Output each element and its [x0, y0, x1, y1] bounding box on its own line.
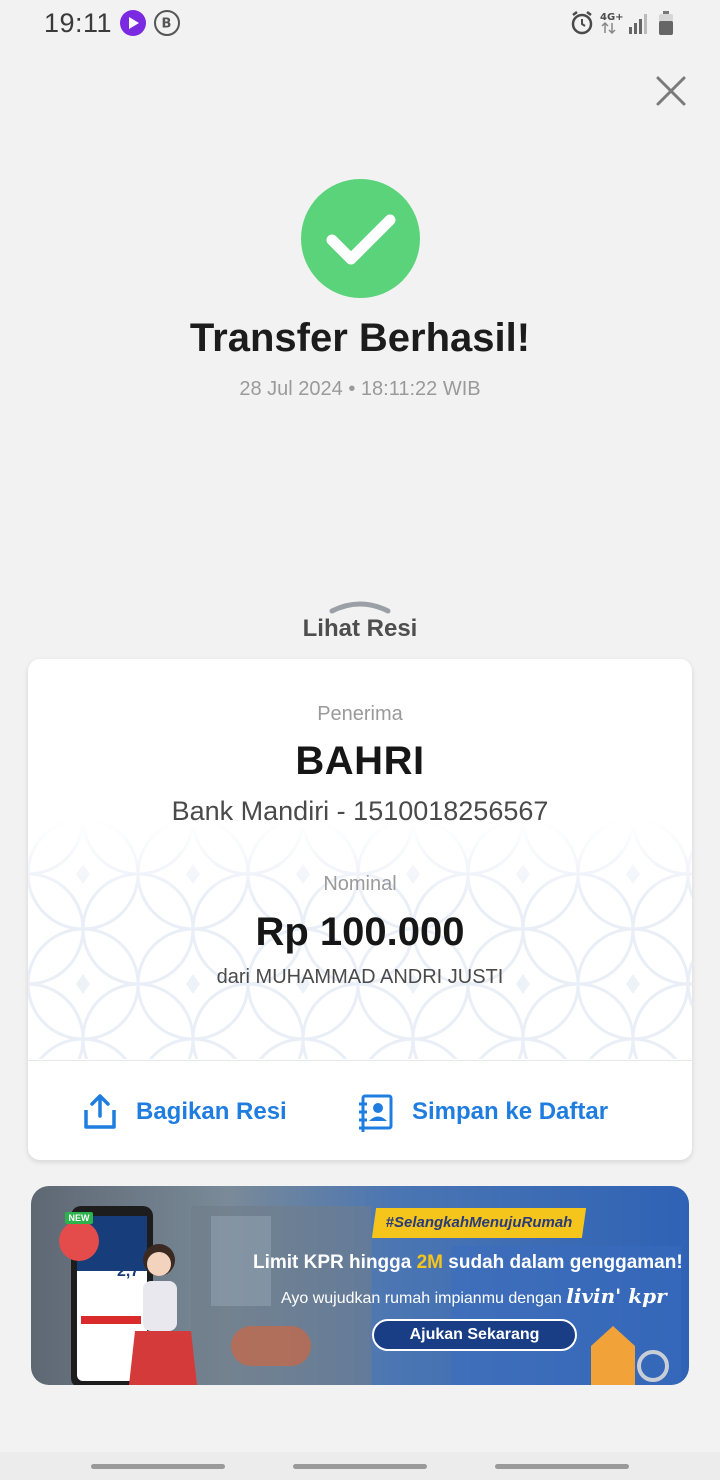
- svg-text:4G+: 4G+: [600, 12, 624, 23]
- save-to-list-button[interactable]: Simpan ke Daftar: [356, 1079, 608, 1145]
- alarm-icon: [571, 11, 593, 35]
- amount-label: Nominal: [323, 873, 397, 895]
- nav-home-button[interactable]: [293, 1464, 427, 1469]
- recipient-label: Penerima: [317, 703, 403, 725]
- banner-subline: Ayo wujudkan rumah impianmu dengan livin…: [281, 1284, 667, 1308]
- transaction-datetime: 28 Jul 2024 • 18:11:22 WIB: [239, 378, 481, 400]
- recipient-account: Bank Mandiri - 1510018256567: [171, 796, 549, 826]
- card-divider: [28, 1060, 692, 1061]
- page-title: Transfer Berhasil!: [189, 316, 531, 360]
- view-receipt-toggle[interactable]: Lihat Resi: [0, 615, 720, 643]
- new-badge-text: NEW: [69, 1213, 91, 1223]
- share-receipt-button[interactable]: Bagikan Resi: [80, 1079, 287, 1145]
- status-icons: 4G+: [570, 9, 680, 37]
- play-app-icon: [120, 10, 146, 36]
- sender-name: dari MUHAMMAD ANDRI JUSTI: [216, 966, 504, 988]
- svg-text:B: B: [162, 17, 172, 32]
- nav-recent-button[interactable]: [91, 1464, 225, 1469]
- banner-hashtag: #SelangkahMenujuRumah: [371, 1208, 587, 1238]
- network-arrows-icon: 4G+: [600, 12, 624, 35]
- banner-headline: Limit KPR hingga 2M sudah dalam genggama…: [253, 1252, 683, 1273]
- close-button[interactable]: [652, 72, 690, 110]
- contact-add-icon: [356, 1092, 396, 1132]
- b-app-icon: B: [154, 10, 180, 36]
- kpr-promo-banner[interactable]: 2,7 NEW #SelangkahMenujuRumah Limit KPR …: [31, 1186, 689, 1385]
- transfer-amount: Rp 100.000: [255, 910, 465, 954]
- share-icon: [80, 1092, 120, 1132]
- success-checkmark-icon: [301, 179, 420, 298]
- livin-kpr-logo: livin' kpr: [566, 1284, 667, 1308]
- system-nav-bar: [0, 1452, 720, 1480]
- status-bar: 19:11 B 4G+: [0, 0, 720, 46]
- status-time: 19:11: [44, 8, 113, 38]
- phone-rate-text: 2,7: [117, 1263, 139, 1280]
- chevron-up-icon[interactable]: [328, 597, 392, 615]
- save-to-list-label: Simpan ke Daftar: [412, 1098, 609, 1125]
- close-icon: [656, 76, 686, 106]
- nav-back-button[interactable]: [495, 1464, 629, 1469]
- recipient-name: BAHRI: [295, 739, 425, 783]
- receipt-card: Penerima BAHRI Bank Mandiri - 1510018256…: [28, 659, 692, 1160]
- share-receipt-label: Bagikan Resi: [136, 1098, 287, 1125]
- battery-icon: [659, 11, 673, 35]
- apply-now-button[interactable]: Ajukan Sekarang: [372, 1319, 577, 1351]
- signal-icon: [629, 14, 647, 34]
